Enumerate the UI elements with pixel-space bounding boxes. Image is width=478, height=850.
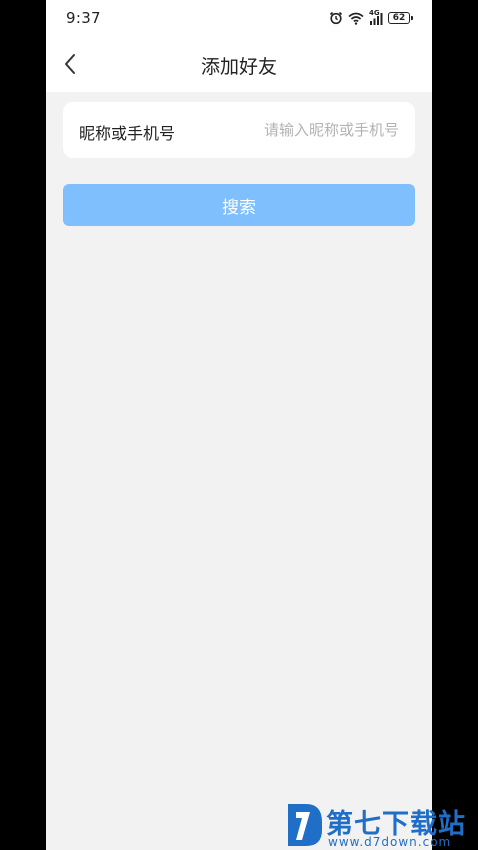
status-time: 9:37 bbox=[66, 9, 101, 27]
search-button[interactable]: 搜索 bbox=[63, 184, 415, 226]
watermark-logo-icon bbox=[288, 804, 322, 846]
watermark-url: www.d7down.com bbox=[328, 835, 452, 849]
search-field-card: 昵称或手机号 bbox=[63, 102, 415, 158]
watermark: 第七下载站 www.d7down.com bbox=[284, 798, 476, 850]
search-input[interactable] bbox=[209, 116, 399, 144]
status-icons: 4G 62 bbox=[329, 8, 413, 26]
battery-icon: 62 bbox=[388, 12, 413, 24]
search-field-label: 昵称或手机号 bbox=[79, 124, 176, 143]
network-type: 4G bbox=[369, 8, 380, 17]
phone-screen: 9:37 4G 62 添加好友 昵称或手机号 请输入昵称或手机号 搜索 bbox=[46, 0, 432, 850]
alarm-icon bbox=[329, 11, 343, 25]
wifi-icon bbox=[348, 12, 364, 25]
nav-bar: 添加好友 bbox=[46, 36, 432, 92]
page-title: 添加好友 bbox=[200, 56, 277, 78]
status-bar: 9:37 4G 62 bbox=[46, 0, 432, 36]
signal-icon: 4G bbox=[369, 8, 383, 25]
